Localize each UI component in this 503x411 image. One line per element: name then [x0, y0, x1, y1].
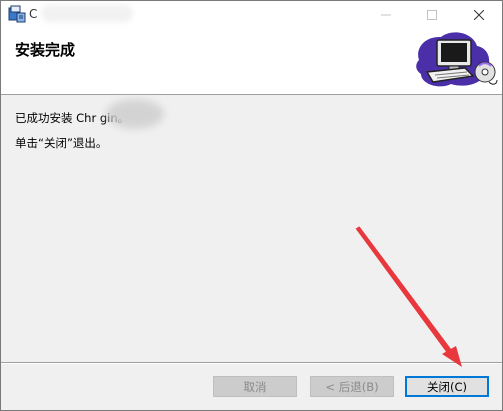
maximize-icon — [427, 9, 437, 20]
wizard-content: 已成功安装 Chr gin。 单击“关闭”退出。 — [1, 95, 502, 362]
installer-app-icon — [8, 5, 26, 23]
redacted-product-name — [106, 99, 164, 129]
footer-divider — [1, 362, 502, 364]
back-button[interactable]: < 后退(B) — [310, 376, 394, 397]
close-icon — [474, 9, 484, 20]
maximize-button[interactable] — [409, 1, 455, 28]
title-bar: C — [1, 1, 502, 28]
cancel-button[interactable]: 取消 — [213, 376, 297, 397]
wizard-header: 安装完成 — [1, 28, 502, 95]
finish-close-button[interactable]: 关闭(C) — [405, 376, 489, 397]
page-title: 安装完成 — [15, 41, 76, 59]
installer-window: C 安装完成 已成功安装 Chr gin。 单击“关闭”退出。 取消 < 后退(… — [0, 0, 503, 411]
close-window-button[interactable] — [456, 1, 502, 28]
redacted-title — [41, 5, 133, 22]
instruction-message: 单击“关闭”退出。 — [15, 136, 108, 150]
minimize-icon — [381, 14, 391, 15]
computer-disk-icon — [416, 32, 498, 87]
window-title: C — [29, 7, 38, 21]
minimize-button[interactable] — [363, 1, 409, 28]
